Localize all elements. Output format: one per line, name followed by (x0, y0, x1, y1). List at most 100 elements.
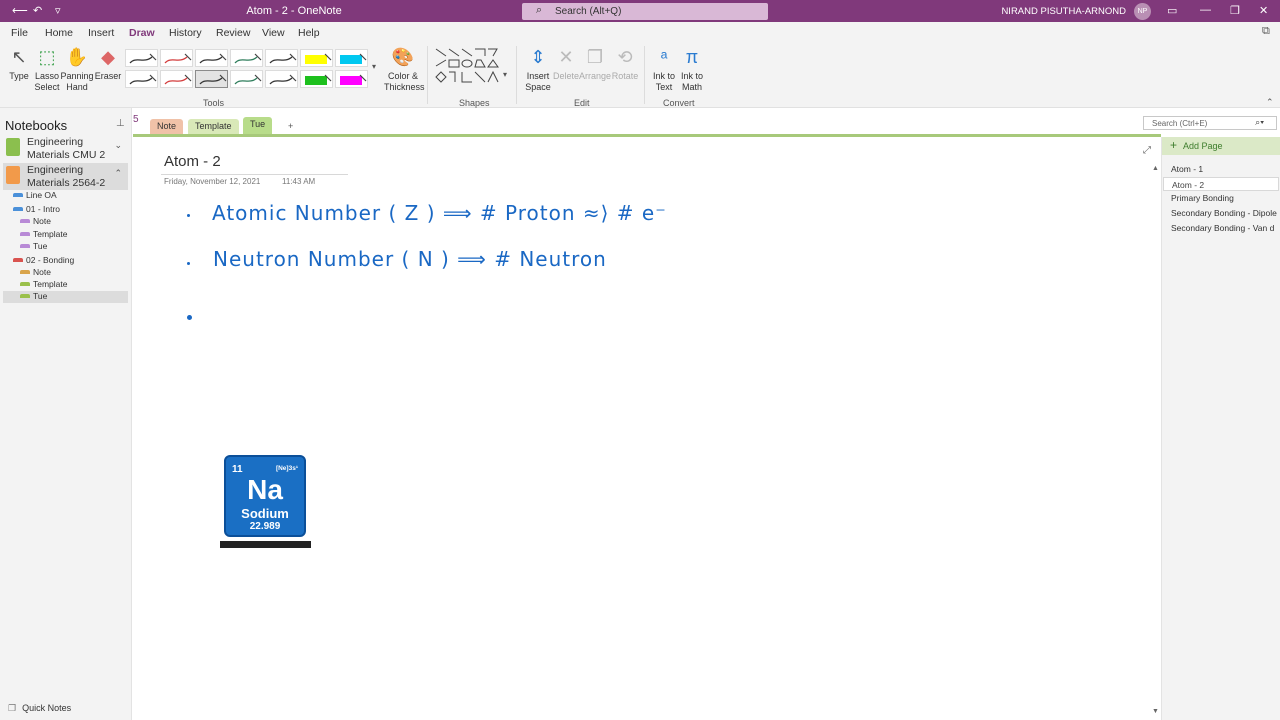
section-item[interactable]: Note (20, 216, 51, 228)
arrange-icon: ❐ (586, 47, 604, 67)
page-list-pane: + Add Page Atom - 1 Atom - 2 Primary Bon… (1161, 137, 1280, 720)
ribbon-display-icon[interactable]: ▭ (1167, 4, 1177, 17)
shapes-gallery[interactable] (433, 46, 503, 92)
notebook-label: Engineering Materials 2564-2 (27, 164, 106, 189)
section-tab-icon (20, 232, 30, 236)
pen-swatch[interactable] (265, 49, 298, 67)
ink-line-1[interactable]: Atomic Number ( Z ) ⟹ # Proton ≈⟩ # e⁻ (212, 201, 667, 225)
pen-swatch[interactable] (125, 70, 158, 88)
notebook-icon (6, 138, 20, 156)
tab-draw[interactable]: Draw (127, 27, 157, 45)
page-item-selected[interactable]: Atom - 2 (1163, 177, 1279, 191)
section-group-item[interactable]: 02 - Bonding (13, 255, 74, 267)
ink-to-text-button[interactable]: ᵃ Ink to Text (650, 46, 678, 92)
page-canvas[interactable]: Atom - 2 Friday, November 12, 2021 11:43… (133, 137, 1161, 720)
avatar[interactable]: NP (1134, 3, 1151, 20)
full-page-view-icon[interactable]: ⤢ (1143, 145, 1151, 156)
pen-swatch[interactable] (230, 49, 263, 67)
lasso-select-button[interactable]: ⬚ Lasso Select (32, 46, 62, 92)
add-page-button[interactable]: + Add Page (1162, 137, 1280, 155)
pen-swatch[interactable] (265, 70, 298, 88)
element-card-image[interactable]: 11 [Ne]3s¹ Na Sodium 22.989 (220, 455, 311, 549)
section-item[interactable]: Template (20, 229, 68, 241)
section-item[interactable]: Line OA (13, 190, 57, 202)
type-button[interactable]: ↖ Type (6, 46, 32, 82)
page-item[interactable]: Atom - 1 (1163, 162, 1279, 176)
ink-line-2[interactable]: Neutron Number ( N ) ⟹ # Neutron (213, 247, 607, 271)
page-item[interactable]: Secondary Bonding - Dipole (1163, 206, 1279, 220)
pen-swatch[interactable] (195, 70, 228, 88)
pen-gallery-expand-icon[interactable]: ▾ (372, 62, 376, 71)
title-bar: ⟵ ↶ ▿ Atom - 2 - OneNote ⌕ Search (Alt+Q… (0, 0, 1280, 22)
rotate-button[interactable]: ⟲ Rotate (611, 46, 639, 82)
delete-button[interactable]: ✕ Delete (552, 46, 580, 82)
pen-swatch[interactable] (125, 49, 158, 67)
pen-swatch[interactable] (300, 49, 333, 67)
ink-bullet (187, 262, 190, 265)
insert-space-button[interactable]: ⇕ Insert Space (522, 46, 554, 92)
pen-swatch[interactable] (195, 49, 228, 67)
scroll-down-icon[interactable]: ▼ (1152, 708, 1159, 715)
section-tab-note[interactable]: Note (150, 119, 184, 134)
pen-swatch[interactable] (160, 49, 193, 67)
panning-hand-button[interactable]: ✋ Panning Hand (60, 46, 94, 92)
notebook-pane: Notebooks ⊥ Engineering Materials CMU 2 ⌄… (0, 108, 132, 720)
chevron-up-icon[interactable]: ⌃ (114, 168, 122, 179)
section-item[interactable]: Template (20, 279, 68, 291)
eraser-label: Eraser (94, 71, 122, 81)
eraser-button[interactable]: ◆ Eraser (94, 46, 122, 82)
notebook-view-icon[interactable]: ⧉ (1262, 25, 1270, 38)
tab-review[interactable]: Review (216, 27, 250, 39)
page-scrollbar[interactable]: ▲ ▼ (1151, 165, 1161, 720)
page-time: 11:43 AM (282, 177, 316, 186)
collapse-ribbon-icon[interactable]: ⌃ (1266, 97, 1274, 108)
pan-label-1: Panning (60, 71, 94, 81)
type-cursor-icon: ↖ (11, 47, 27, 67)
tab-insert[interactable]: Insert (88, 27, 114, 39)
scroll-up-icon[interactable]: ▲ (1152, 165, 1159, 172)
section-group-item[interactable]: 01 - Intro (13, 204, 60, 216)
user-name[interactable]: NIRAND PISUTHA-ARNOND (960, 6, 1126, 17)
section-tab-icon (20, 219, 30, 223)
eraser-icon: ◆ (101, 47, 115, 67)
tab-file[interactable]: File (11, 27, 28, 39)
section-group-icon (13, 207, 23, 211)
tab-view[interactable]: View (262, 27, 285, 39)
title-underline (161, 174, 348, 175)
add-section-button[interactable]: + (281, 119, 300, 134)
pen-swatch[interactable] (335, 49, 368, 67)
section-item-selected[interactable]: Tue (3, 291, 128, 303)
ink-to-math-button[interactable]: π Ink to Math (678, 46, 706, 92)
close-icon[interactable]: ✕ (1259, 4, 1268, 17)
page-item[interactable]: Secondary Bonding - Van d (1163, 221, 1279, 235)
section-item[interactable]: Tue (20, 241, 47, 253)
section-count: 5 (133, 114, 139, 125)
color-thickness-button[interactable]: 🎨 Color & Thickness (384, 46, 425, 92)
pen-swatch[interactable] (300, 70, 333, 88)
page-item[interactable]: Primary Bonding (1163, 191, 1279, 205)
arrange-button[interactable]: ❐ Arrange (579, 46, 611, 82)
pen-swatch[interactable] (160, 70, 193, 88)
page-title[interactable]: Atom - 2 (164, 153, 221, 170)
section-item[interactable]: Note (20, 267, 51, 279)
section-tab-template[interactable]: Template (188, 119, 239, 134)
tab-home[interactable]: Home (45, 27, 73, 39)
section-tab-tue[interactable]: Tue (243, 117, 273, 134)
shapes-expand-icon[interactable]: ▾ (503, 70, 507, 79)
ink-bullet (187, 214, 190, 217)
ink-math-label-1: Ink to (680, 71, 703, 81)
pin-icon[interactable]: ⊥ (116, 118, 125, 129)
notebook-item[interactable]: Engineering Materials CMU 2 ⌄ (3, 135, 128, 162)
pagelist-search-input[interactable]: Search (Ctrl+E) ⌕▾ (1143, 116, 1277, 130)
pen-swatch[interactable] (335, 70, 368, 88)
restore-icon[interactable]: ❐ (1230, 4, 1240, 17)
tab-history[interactable]: History (169, 27, 202, 39)
notebook-item[interactable]: Engineering Materials 2564-2 ⌃ (3, 163, 128, 190)
search-icon: ⌕▾ (1255, 117, 1264, 127)
search-box[interactable]: ⌕ Search (Alt+Q) (522, 3, 768, 20)
chevron-down-icon[interactable]: ⌄ (114, 140, 122, 151)
pen-swatch[interactable] (230, 70, 263, 88)
quick-notes-button[interactable]: ❐ Quick Notes (8, 703, 71, 714)
tab-help[interactable]: Help (298, 27, 320, 39)
minimize-icon[interactable]: — (1200, 4, 1211, 16)
